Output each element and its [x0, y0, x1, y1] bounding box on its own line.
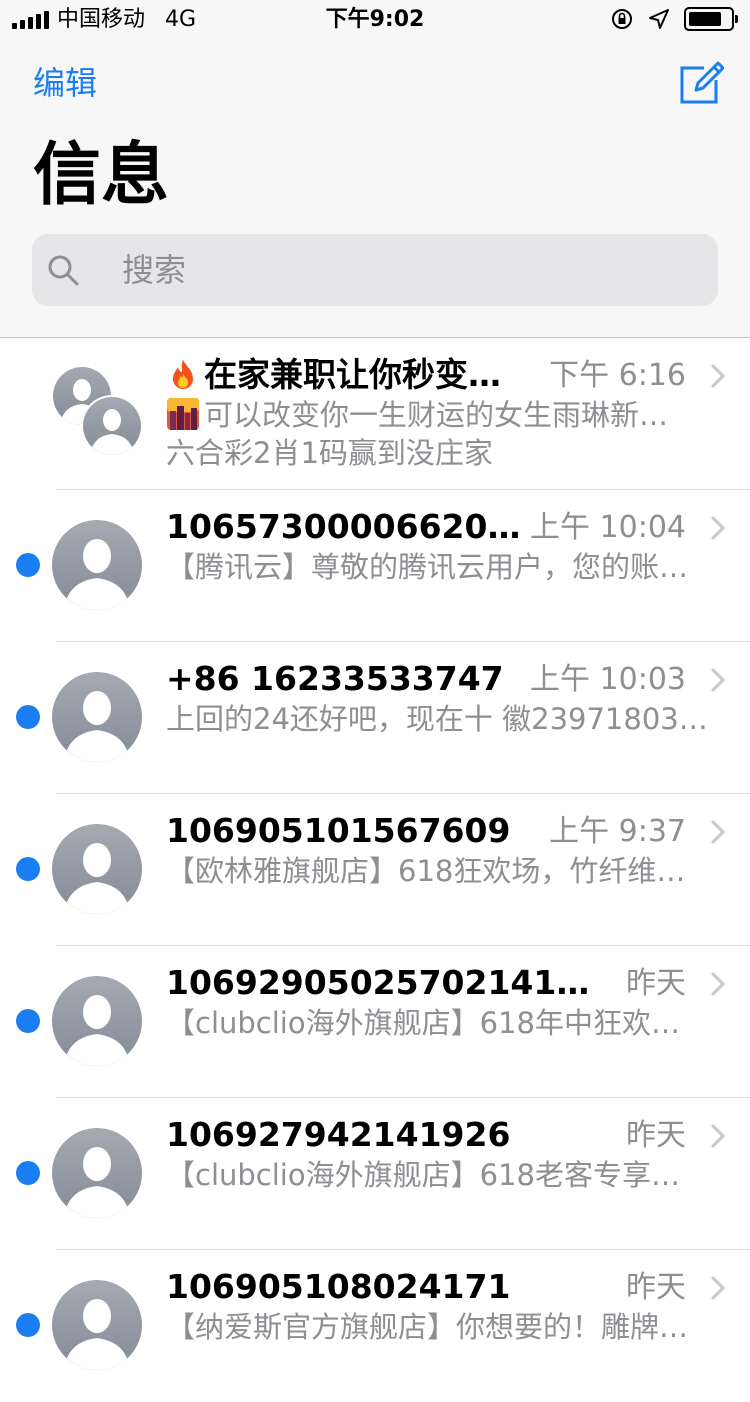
conversation-time: 上午 10:03 [530, 662, 686, 697]
conversation-title: 在家兼职让你秒变… [166, 354, 526, 396]
unread-indicator [16, 857, 40, 881]
conversation-title: 106927942141926 [166, 1115, 511, 1154]
conversation-preview: 【腾讯云】尊敬的腾讯云用户，您的账… [166, 548, 716, 586]
avatar-icon [52, 520, 142, 610]
conversation-preview: 【clubclio海外旗舰店】618老客专享… [166, 1156, 716, 1194]
conversation-time: 下午 6:16 [549, 358, 686, 393]
conversation-row[interactable]: 在家兼职让你秒变… 下午 6:16 可以改变你一生财运的女生雨琳新… 六合彩2肖… [0, 338, 750, 490]
conversation-title: 10692905025702141926 [166, 963, 606, 1002]
group-avatar-icon [53, 367, 143, 457]
conversation-row[interactable]: 106905108024171 昨天 【纳爱斯官方旗舰店】你想要的！雕牌… [0, 1250, 750, 1402]
conversation-list: 在家兼职让你秒变… 下午 6:16 可以改变你一生财运的女生雨琳新… 六合彩2肖… [0, 337, 750, 1402]
search-placeholder: 搜索 [122, 251, 187, 289]
conversation-preview: 【纳爱斯官方旗舰店】你想要的！雕牌… [166, 1308, 716, 1346]
chevron-right-icon [710, 667, 726, 693]
preview-line-1: 【clubclio海外旗舰店】618老客专享… [166, 1158, 680, 1192]
conversation-preview: 可以改变你一生财运的女生雨琳新… 六合彩2肖1码赢到没庄家 [166, 396, 716, 472]
unread-indicator [16, 553, 40, 577]
chevron-right-icon [710, 1275, 726, 1301]
unread-indicator [16, 1161, 40, 1185]
edit-button[interactable]: 编辑 [33, 62, 97, 104]
preview-line-1: 【欧林雅旗舰店】618狂欢场，竹纤维… [166, 854, 686, 888]
status-bar: 中国移动 4G 下午9:02 [0, 0, 750, 40]
conversation-preview: 【欧林雅旗舰店】618狂欢场，竹纤维… [166, 852, 716, 890]
unread-indicator [16, 705, 40, 729]
preview-line-1: 【clubclio海外旗舰店】618年中狂欢… [166, 1006, 680, 1040]
conversation-row[interactable]: 106905101567609 上午 9:37 【欧林雅旗舰店】618狂欢场，竹… [0, 794, 750, 946]
conversation-row[interactable]: 10657300006620980 上午 10:04 【腾讯云】尊敬的腾讯云用户… [0, 490, 750, 642]
conversation-title-text: 在家兼职让你秒变… [204, 355, 501, 394]
avatar-icon [52, 1128, 142, 1218]
conversation-time: 昨天 [626, 1118, 686, 1153]
status-right [610, 7, 738, 31]
conversation-preview: 【clubclio海外旗舰店】618年中狂欢… [166, 1004, 716, 1042]
preview-line-1: 【腾讯云】尊敬的腾讯云用户，您的账… [166, 550, 689, 584]
avatar-icon [52, 1280, 142, 1370]
avatar-icon [52, 672, 142, 762]
conversation-time: 上午 9:37 [549, 814, 686, 849]
preview-line-2: 六合彩2肖1码赢到没庄家 [166, 436, 493, 470]
chevron-right-icon [710, 363, 726, 389]
battery-icon [684, 7, 738, 31]
fire-icon [173, 360, 193, 389]
header-area: 中国移动 4G 下午9:02 编辑 信息 搜索 [0, 0, 750, 337]
conversation-time: 上午 10:04 [530, 510, 686, 545]
conversation-title: 10657300006620980 [166, 507, 536, 546]
chevron-right-icon [710, 1123, 726, 1149]
conversation-title: 106905108024171 [166, 1267, 511, 1306]
unread-indicator [16, 1313, 40, 1337]
city-sunset-icon [167, 398, 199, 430]
unread-indicator [16, 1009, 40, 1033]
conversation-row[interactable]: +86 16233533747 上午 10:03 上回的24还好吧，现在十 徽2… [0, 642, 750, 794]
conversation-row[interactable]: 10692905025702141926 昨天 【clubclio海外旗舰店】6… [0, 946, 750, 1098]
conversation-title: +86 16233533747 [166, 659, 504, 698]
conversation-preview: 上回的24还好吧，现在十 徽23971803… [166, 700, 716, 738]
preview-line-1: 【纳爱斯官方旗舰店】你想要的！雕牌… [166, 1310, 689, 1344]
location-arrow-icon [649, 9, 669, 29]
preview-line-1: 上回的24还好吧，现在十 徽23971803… [166, 702, 708, 736]
page-title: 信息 [33, 136, 170, 215]
conversation-row[interactable]: 106927942141926 昨天 【clubclio海外旗舰店】618老客专… [0, 1098, 750, 1250]
conversation-time: 昨天 [626, 1270, 686, 1305]
compose-icon[interactable] [678, 60, 724, 106]
search-icon [48, 255, 79, 286]
conversation-time: 昨天 [626, 966, 686, 1001]
conversation-title: 106905101567609 [166, 811, 511, 850]
orientation-lock-icon [612, 9, 632, 29]
chevron-right-icon [710, 971, 726, 997]
avatar-icon [52, 976, 142, 1066]
preview-line-1: 可以改变你一生财运的女生雨琳新… [204, 398, 669, 432]
chevron-right-icon [710, 515, 726, 541]
search-input[interactable]: 搜索 [32, 234, 718, 306]
chevron-right-icon [710, 819, 726, 845]
avatar-icon [52, 824, 142, 914]
